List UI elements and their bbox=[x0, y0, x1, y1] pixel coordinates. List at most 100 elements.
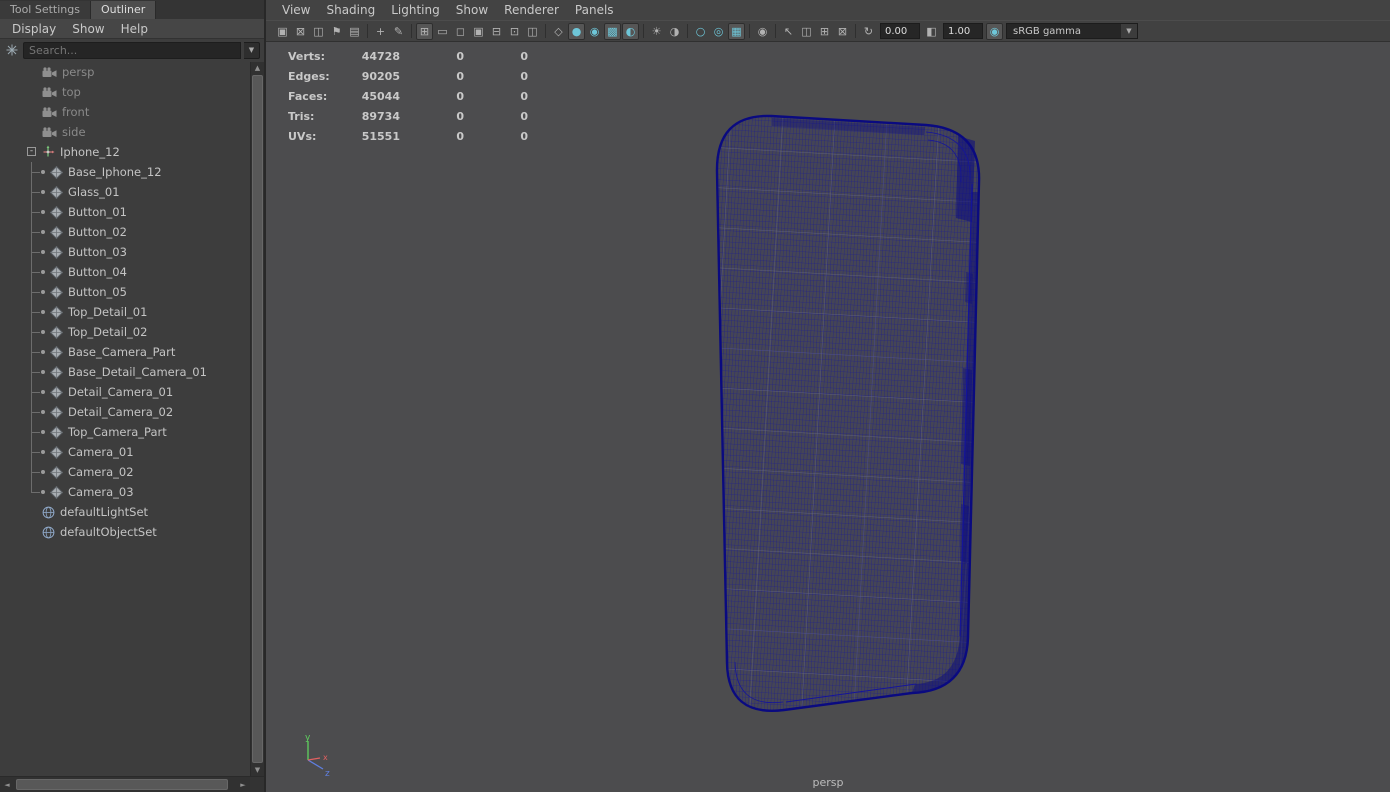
tab-tool-settings[interactable]: Tool Settings bbox=[0, 1, 91, 19]
refresh-icon[interactable]: ↻ bbox=[860, 23, 877, 40]
scroll-down-icon[interactable]: ▼ bbox=[251, 764, 264, 776]
2d-pan-zoom-icon[interactable]: + bbox=[372, 23, 389, 40]
wireframe-mode-icon[interactable]: ◇ bbox=[550, 23, 567, 40]
toolbar-separator bbox=[749, 24, 750, 38]
tab-outliner[interactable]: Outliner bbox=[90, 1, 157, 19]
resolution-gate-icon[interactable]: ◻ bbox=[452, 23, 469, 40]
grid-icon[interactable]: ⊞ bbox=[416, 22, 433, 40]
filter-icon[interactable] bbox=[4, 42, 20, 58]
outliner-item-button-03[interactable]: Button_03 bbox=[0, 242, 250, 262]
outliner-item-detail-camera-02[interactable]: Detail_Camera_02 bbox=[0, 402, 250, 422]
vertical-scroll-thumb[interactable] bbox=[252, 75, 263, 763]
outliner-item-button-02[interactable]: Button_02 bbox=[0, 222, 250, 242]
multisample-aa-icon[interactable]: ▦ bbox=[728, 22, 745, 40]
outliner-item-base-iphone-12[interactable]: Base_Iphone_12 bbox=[0, 162, 250, 182]
gate-mask-icon[interactable]: ▣ bbox=[470, 23, 487, 40]
menu-show[interactable]: Show bbox=[64, 21, 112, 37]
snapshot-icon[interactable]: ⊠ bbox=[834, 23, 851, 40]
outliner-item-persp[interactable]: persp bbox=[0, 62, 250, 82]
exposure-field[interactable] bbox=[880, 23, 920, 39]
expand-collapse-toggle[interactable]: - bbox=[27, 147, 36, 156]
outliner-item-camera-01[interactable]: Camera_01 bbox=[0, 442, 250, 462]
viewport-menubar: View Shading Lighting Show Renderer Panels bbox=[266, 0, 1390, 20]
scroll-left-icon[interactable]: ◄ bbox=[0, 778, 14, 791]
menu-lighting[interactable]: Lighting bbox=[383, 2, 448, 18]
use-default-material-icon[interactable]: ◐ bbox=[622, 22, 639, 40]
wireframe-on-shaded-icon[interactable]: ◉ bbox=[586, 23, 603, 40]
menu-display[interactable]: Display bbox=[4, 21, 64, 37]
paste-view-icon[interactable]: ⊞ bbox=[816, 23, 833, 40]
outliner-item-iphone-12[interactable]: - Iphone_12 bbox=[0, 142, 250, 162]
isolate-select-icon[interactable]: ◉ bbox=[754, 23, 771, 40]
safe-action-icon[interactable]: ⊡ bbox=[506, 23, 523, 40]
menu-renderer[interactable]: Renderer bbox=[496, 2, 567, 18]
hierarchy-connector-dot bbox=[41, 250, 45, 254]
outliner-item-detail-camera-01[interactable]: Detail_Camera_01 bbox=[0, 382, 250, 402]
hud-col2: 0 bbox=[456, 89, 464, 103]
safe-title-icon[interactable]: ◫ bbox=[524, 23, 541, 40]
outliner-vertical-scrollbar[interactable]: ▲ ▼ bbox=[250, 62, 264, 776]
outliner-item-camera-03[interactable]: Camera_03 bbox=[0, 482, 250, 502]
search-input[interactable] bbox=[23, 41, 241, 59]
hud-label: Faces: bbox=[288, 89, 328, 103]
color-managed-icon[interactable]: ◉ bbox=[986, 22, 1003, 40]
grease-pencil-icon[interactable]: ✎ bbox=[390, 23, 407, 40]
outliner-item-base-camera-part[interactable]: Base_Camera_Part bbox=[0, 342, 250, 362]
motion-blur-icon[interactable]: ◎ bbox=[710, 23, 727, 40]
camera-name-label: persp bbox=[812, 776, 844, 789]
outliner-item-front[interactable]: front bbox=[0, 102, 250, 122]
outliner-item-button-04[interactable]: Button_04 bbox=[0, 262, 250, 282]
chevron-down-icon[interactable]: ▼ bbox=[1121, 24, 1137, 38]
outliner-item-top-camera-part[interactable]: Top_Camera_Part bbox=[0, 422, 250, 442]
scroll-up-icon[interactable]: ▲ bbox=[251, 62, 264, 74]
scroll-right-icon[interactable]: ► bbox=[236, 778, 250, 791]
gamma-field[interactable] bbox=[943, 23, 983, 39]
film-gate-icon[interactable]: ▭ bbox=[434, 23, 451, 40]
camera-icon bbox=[42, 126, 57, 138]
textured-mode-icon[interactable]: ▩ bbox=[604, 22, 621, 40]
menu-help[interactable]: Help bbox=[113, 21, 156, 37]
left-panel-tabs: Tool Settings Outliner bbox=[0, 0, 264, 19]
field-chart-icon[interactable]: ⊟ bbox=[488, 23, 505, 40]
hud-col2: 0 bbox=[456, 129, 464, 143]
mesh-icon bbox=[50, 165, 63, 179]
bookmark-icon[interactable]: ⚑ bbox=[328, 23, 345, 40]
outliner-item-button-01[interactable]: Button_01 bbox=[0, 202, 250, 222]
outliner-item-defaultobjectset[interactable]: defaultObjectSet bbox=[0, 522, 250, 542]
outliner-item-top-detail-02[interactable]: Top_Detail_02 bbox=[0, 322, 250, 342]
viewport-canvas[interactable] bbox=[266, 42, 1390, 792]
all-lights-icon[interactable]: ☀ bbox=[648, 23, 665, 40]
outliner-item-base-detail-camera-01[interactable]: Base_Detail_Camera_01 bbox=[0, 362, 250, 382]
outliner-item-side[interactable]: side bbox=[0, 122, 250, 142]
viewport-3d-view[interactable]: Verts: 44728 0 0 Edges: 90205 0 0 Faces: 45044 0 0 T… bbox=[266, 42, 1390, 792]
view-transform-value: sRGB gamma bbox=[1013, 25, 1082, 37]
outliner-item-label: front bbox=[62, 105, 90, 119]
copy-view-icon[interactable]: ◫ bbox=[798, 23, 815, 40]
outliner-item-glass-01[interactable]: Glass_01 bbox=[0, 182, 250, 202]
outliner-item-button-05[interactable]: Button_05 bbox=[0, 282, 250, 302]
menu-shading[interactable]: Shading bbox=[318, 2, 383, 18]
image-plane-icon[interactable]: ▤ bbox=[346, 23, 363, 40]
menu-show[interactable]: Show bbox=[448, 2, 496, 18]
outliner-horizontal-scrollbar[interactable]: ◄ ► bbox=[0, 776, 264, 792]
shadows-icon[interactable]: ◑ bbox=[666, 23, 683, 40]
lock-camera-icon[interactable]: ⊠ bbox=[292, 23, 309, 40]
outliner-item-label: side bbox=[62, 125, 86, 139]
smooth-shade-mode-icon[interactable]: ● bbox=[568, 22, 585, 40]
ambient-occlusion-icon[interactable]: ○ bbox=[692, 23, 709, 40]
toolbar-separator bbox=[643, 24, 644, 38]
outliner-item-defaultlightset[interactable]: defaultLightSet bbox=[0, 502, 250, 522]
select-camera-icon[interactable]: ▣ bbox=[274, 23, 291, 40]
camera-attributes-icon[interactable]: ◫ bbox=[310, 23, 327, 40]
search-filter-dropdown-icon[interactable]: ▼ bbox=[244, 41, 260, 59]
outliner-item-camera-02[interactable]: Camera_02 bbox=[0, 462, 250, 482]
horizontal-scroll-thumb[interactable] bbox=[16, 779, 228, 790]
menu-panels[interactable]: Panels bbox=[567, 2, 622, 18]
gamma-toggle-icon[interactable]: ◧ bbox=[923, 23, 940, 40]
menu-view[interactable]: View bbox=[274, 2, 318, 18]
outliner-item-top-detail-01[interactable]: Top_Detail_01 bbox=[0, 302, 250, 322]
toolbar-separator bbox=[367, 24, 368, 38]
view-transform-select[interactable]: sRGB gamma ▼ bbox=[1006, 23, 1138, 39]
select-tool-icon[interactable]: ↖ bbox=[780, 23, 797, 40]
outliner-item-top[interactable]: top bbox=[0, 82, 250, 102]
